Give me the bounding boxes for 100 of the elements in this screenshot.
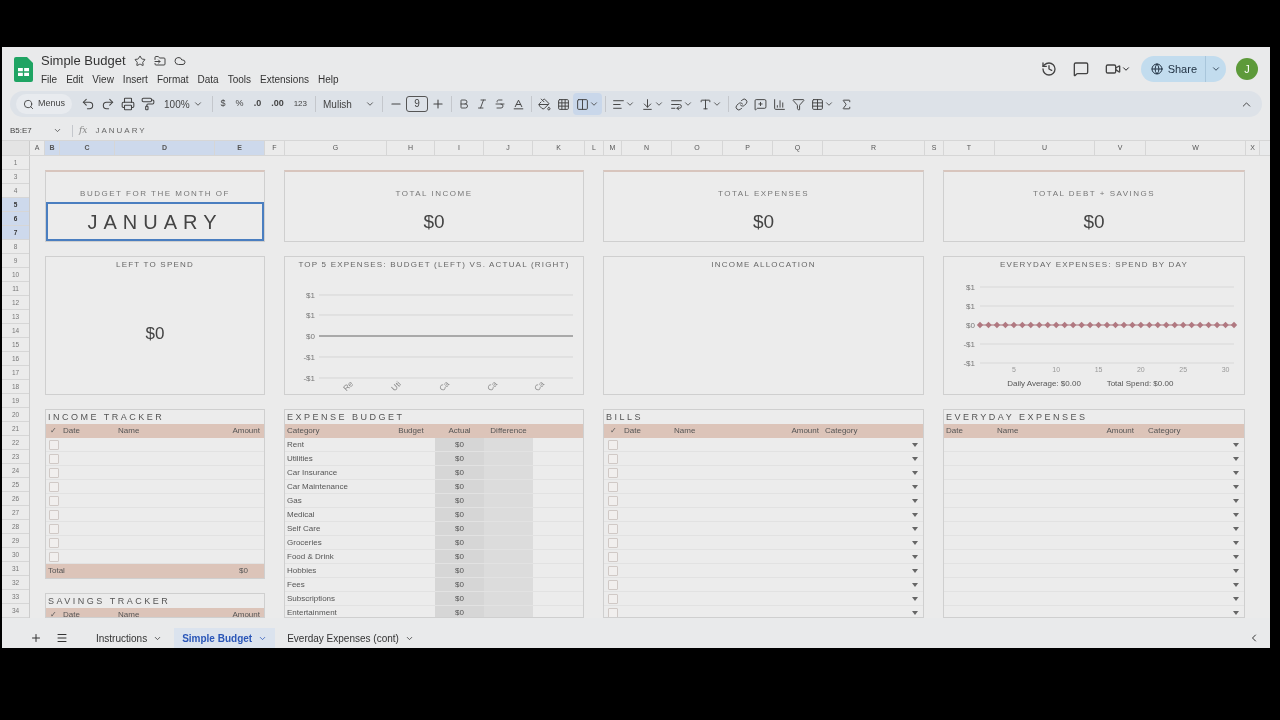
video-call-button[interactable] [1104,61,1131,77]
menu-item[interactable]: Help [317,72,339,88]
checkbox[interactable] [48,537,59,548]
chart-title: EVERYDAY EXPENSES: SPEND BY DAY [998,259,1190,271]
caret-icon [589,99,599,109]
checkbox[interactable] [48,467,59,478]
menu-item[interactable]: Tools [227,72,252,88]
checkbox[interactable] [608,495,618,506]
actual-cell: $0 [435,536,484,549]
checkbox[interactable] [48,523,59,534]
menu-item[interactable]: View [92,72,114,88]
dropdown-arrow-icon[interactable] [1233,582,1239,587]
formula-field[interactable]: JANUARY [95,124,147,137]
checkbox[interactable] [608,523,618,534]
checkbox[interactable] [48,439,59,450]
dropdown-arrow-icon[interactable] [912,582,918,587]
dropdown-arrow-icon[interactable] [1233,470,1239,475]
align-icon [612,97,625,111]
checkbox[interactable] [48,551,59,562]
name-box[interactable]: B5:E7 [2,124,66,137]
sheet-tab[interactable]: Instructions [88,628,171,648]
menu-item[interactable]: Data [197,72,219,88]
checkbox[interactable] [608,467,618,478]
undo-icon [81,97,95,111]
dropdown-arrow-icon[interactable] [912,512,918,517]
dropdown-arrow-icon[interactable] [912,610,918,615]
dropdown-arrow-icon[interactable] [912,470,918,475]
increase-font-size-icon [431,97,445,111]
checkbox[interactable] [608,537,618,548]
add-sheet-icon[interactable] [30,632,42,644]
font-size-field[interactable]: 9 [406,96,428,112]
menu-item[interactable]: Format [156,72,189,88]
document-title[interactable]: Simple Budget [41,50,126,71]
checkbox[interactable] [48,481,59,492]
currency-button[interactable]: $ [215,97,231,111]
decrease-decimal-button[interactable]: .0 [248,97,267,111]
history-icon[interactable] [1040,61,1057,77]
checkbox[interactable] [608,579,618,590]
column-header: Name [996,425,1020,437]
dropdown-arrow-icon[interactable] [1233,554,1239,559]
number-format-button[interactable]: 123 [288,98,312,110]
column-header: Date [62,609,81,617]
dropdown-arrow-icon[interactable] [1233,512,1239,517]
dropdown-arrow-icon[interactable] [912,596,918,601]
share-button[interactable]: Share [1140,56,1226,82]
dropdown-arrow-icon[interactable] [1233,456,1239,461]
category-cell-text: Rent [286,438,305,451]
folder-icon[interactable] [153,54,166,67]
merge-cells-button[interactable] [573,93,602,115]
dropdown-arrow-icon[interactable] [1233,498,1239,503]
category-cell-text: Utilities [286,452,314,465]
checkbox[interactable] [48,509,59,520]
dropdown-arrow-icon[interactable] [912,568,918,573]
checkbox[interactable] [48,495,59,506]
dropdown-arrow-icon[interactable] [1233,484,1239,489]
increase-decimal-button[interactable]: .00 [266,97,289,111]
dropdown-arrow-icon[interactable] [912,484,918,489]
checkbox[interactable] [608,551,618,562]
dropdown-arrow-icon[interactable] [912,540,918,545]
dropdown-arrow-icon[interactable] [1233,610,1239,615]
checkbox[interactable] [608,607,618,617]
dropdown-arrow-icon[interactable] [912,554,918,559]
dropdown-arrow-icon[interactable] [1233,442,1239,447]
sheet-tab[interactable]: Everday Expenses (cont) [279,628,422,648]
dropdown-arrow-icon[interactable] [1233,596,1239,601]
menu-item[interactable]: Extensions [260,72,309,88]
checkbox[interactable] [608,481,618,492]
corner-header-cell[interactable] [2,141,30,155]
checkbox[interactable] [48,453,59,464]
menu-item[interactable]: Insert [122,72,148,88]
checkbox[interactable] [608,593,618,604]
cloud-icon[interactable] [173,54,186,67]
menu-search-field[interactable]: Menus [16,94,72,114]
dropdown-arrow-icon[interactable] [1233,540,1239,545]
category-cell-text: Subscriptions [286,592,337,605]
menu-item[interactable]: Edit [66,72,84,88]
dropdown-arrow-icon[interactable] [1233,526,1239,531]
comment-icon[interactable] [1072,61,1089,77]
dropdown-arrow-icon[interactable] [912,526,918,531]
percent-button[interactable]: % [230,97,249,111]
sheet-tab[interactable]: Simple Budget [174,628,276,648]
font-dropdown[interactable]: Mulish [319,96,379,112]
column-header: ✓ [49,609,58,617]
zoom-dropdown[interactable]: 100% [158,96,209,112]
share-label: Share [1167,61,1197,77]
column-header: Name [117,425,141,437]
checkbox[interactable] [608,565,618,576]
star-icon[interactable] [133,54,146,67]
all-sheets-icon[interactable] [56,632,68,644]
globe-icon [1150,63,1163,75]
caret-icon [712,99,722,109]
dropdown-arrow-icon[interactable] [912,442,918,447]
checkbox[interactable] [608,509,618,520]
checkbox[interactable] [608,439,618,450]
dropdown-arrow-icon[interactable] [1233,568,1239,573]
dropdown-arrow-icon[interactable] [912,456,918,461]
table-title: BILLS [605,411,645,424]
menu-item[interactable]: File [41,72,58,88]
checkbox[interactable] [608,453,618,464]
dropdown-arrow-icon[interactable] [912,498,918,503]
